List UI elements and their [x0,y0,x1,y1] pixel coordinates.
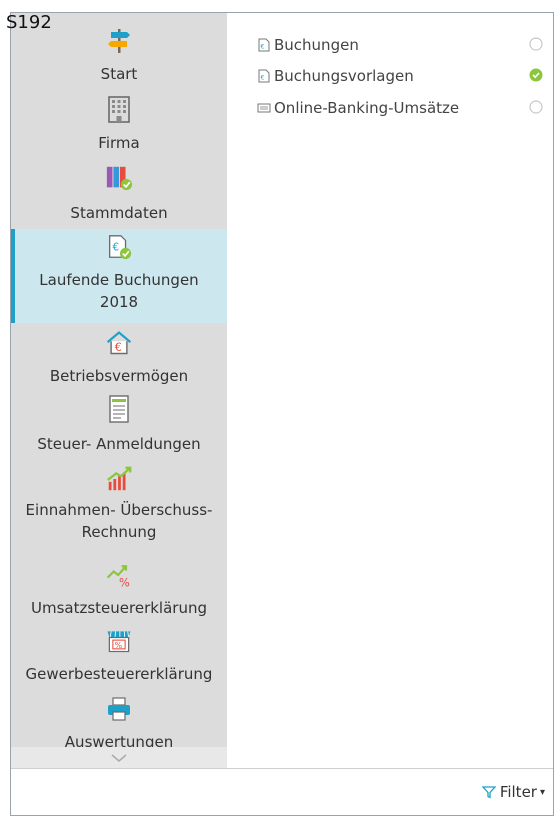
status-empty-icon [529,100,543,114]
signpost-icon [105,27,133,55]
app-window: Start Firma Stammdaten € Laufende Buchun… [10,12,554,816]
footer-bar: Filter ▾ [11,768,553,815]
sidebar-item-label: Steuer- Anmeldungen [37,435,201,453]
euro-document-check-icon: € [105,233,133,261]
chevron-down-icon [109,749,129,768]
house-euro-icon: € [105,329,133,357]
list-item-label: Buchungsvorlagen [274,67,414,85]
svg-text:%: % [115,641,123,650]
sidebar-item-label: Firma [98,134,140,152]
svg-text:€: € [115,340,122,354]
list-item-buchungen[interactable]: € Buchungen [257,33,543,57]
dropdown-caret-icon: ▾ [539,786,545,798]
sidebar-item-steuer-anmeldungen[interactable]: Steuer- Anmeldungen [11,395,227,459]
svg-text:€: € [112,242,119,254]
check-circle-icon [529,68,543,82]
filter-button[interactable]: Filter ▾ [481,783,545,801]
screen-icon [257,101,271,115]
sidebar-item-gewerbesteuererklaerung[interactable]: % Gewerbesteuererklärung [11,627,227,689]
sidebar: Start Firma Stammdaten € Laufende Buchun… [11,13,227,769]
sidebar-item-label: Stammdaten [70,204,168,222]
form-list-icon [105,395,133,423]
printer-icon [105,695,133,723]
folders-icon [105,164,133,192]
status-empty-icon [529,37,543,51]
page-label: S192 [6,12,52,33]
bar-chart-icon [105,465,133,493]
svg-text:€: € [261,75,265,82]
svg-text:€: € [261,44,265,51]
sidebar-item-label: Start [100,65,138,83]
building-icon [105,95,133,123]
sidebar-scroll-down[interactable] [11,747,227,769]
sidebar-item-label: Gewerbesteuererklärung [25,665,213,683]
sidebar-item-label: Einnahmen- Überschuss- Rechnung [25,501,213,541]
sidebar-item-firma[interactable]: Firma [11,95,227,157]
sidebar-item-label: Betriebsvermögen [49,367,189,385]
filter-label: Filter [499,783,537,801]
svg-text:%: % [119,575,130,589]
sidebar-item-label: Umsatzsteuererklärung [31,599,207,617]
sidebar-item-start[interactable]: Start [11,27,227,89]
sidebar-item-stammdaten[interactable]: Stammdaten [11,164,227,228]
sidebar-item-umsatzsteuererklaerung[interactable]: % Umsatzsteuererklärung [11,561,227,623]
list-item-buchungsvorlagen[interactable]: € Buchungsvorlagen [257,64,543,88]
sidebar-item-betriebsvermoegen[interactable]: € Betriebsvermögen [11,329,227,391]
list-item-label: Buchungen [274,36,359,54]
percent-trend-icon: % [105,561,133,589]
shop-percent-icon: % [105,627,133,655]
list-item-label: Online-Banking-Umsätze [274,99,460,117]
list-item-online-banking-umsaetze[interactable]: Online-Banking-Umsätze [257,96,543,120]
funnel-icon [481,785,497,799]
sidebar-item-einnahmen-ueberschuss[interactable]: Einnahmen- Überschuss- Rechnung [11,465,227,555]
document-icon: € [257,38,271,52]
sidebar-item-laufende-buchungen[interactable]: € Laufende Buchungen 2018 [11,229,227,323]
sidebar-item-label: Laufende Buchungen 2018 [39,271,199,311]
content-panel: € Buchungen € Buchungsvorlagen Online-Ba… [227,13,553,769]
document-icon: € [257,69,271,83]
